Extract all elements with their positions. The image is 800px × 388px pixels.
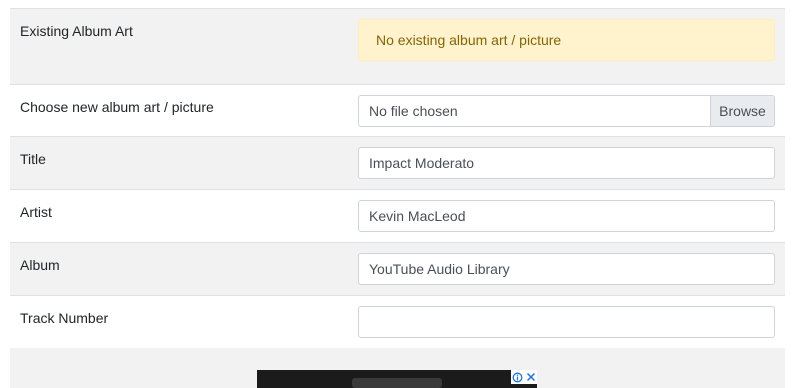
title-label: Title <box>20 151 46 167</box>
track-number-label: Track Number <box>20 310 109 326</box>
album-art-file-input[interactable]: No file chosen Browse <box>358 95 775 127</box>
existing-album-art-label: Existing Album Art <box>20 23 133 39</box>
new-album-art-cell: No file chosen Browse <box>358 95 775 127</box>
album-input[interactable] <box>358 253 775 285</box>
close-icon[interactable] <box>524 370 537 384</box>
row-track-number: Track Number <box>10 296 785 349</box>
existing-album-art-cell: No existing album art / picture <box>358 19 775 61</box>
row-album: Album <box>10 243 785 296</box>
title-input[interactable] <box>358 147 775 179</box>
ad-controls <box>511 370 537 384</box>
file-status-text: No file chosen <box>369 103 458 119</box>
row-new-album-art: Choose new album art / picture No file c… <box>10 85 785 137</box>
ad-banner[interactable] <box>257 370 537 388</box>
ad-creative-text <box>352 378 442 388</box>
row-title: Title <box>10 137 785 190</box>
title-cell <box>358 147 775 179</box>
artist-input[interactable] <box>358 200 775 232</box>
album-label: Album <box>20 257 60 273</box>
ad-container <box>10 348 785 388</box>
row-existing-album-art: Existing Album Art No existing album art… <box>10 9 785 85</box>
album-cell <box>358 253 775 285</box>
track-number-cell <box>358 306 775 338</box>
new-album-art-label: Choose new album art / picture <box>20 99 214 115</box>
browse-button[interactable]: Browse <box>710 96 774 126</box>
no-album-art-alert: No existing album art / picture <box>358 19 775 61</box>
track-number-input[interactable] <box>358 306 775 338</box>
adchoices-icon[interactable] <box>511 370 524 384</box>
tag-editor-form: Existing Album Art No existing album art… <box>10 8 785 349</box>
artist-label: Artist <box>20 204 52 220</box>
row-artist: Artist <box>10 190 785 243</box>
artist-cell <box>358 200 775 232</box>
